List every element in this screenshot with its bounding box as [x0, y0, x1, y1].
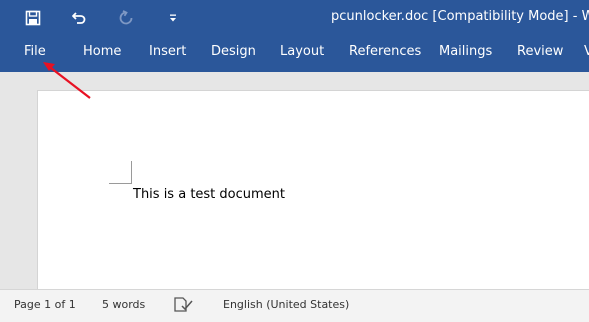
- save-icon: [25, 10, 41, 26]
- document-canvas[interactable]: This is a test document: [0, 72, 589, 301]
- redo-button[interactable]: [112, 4, 140, 32]
- page-count-status[interactable]: Page 1 of 1: [14, 298, 76, 311]
- tab-view[interactable]: V: [584, 44, 589, 59]
- tab-design[interactable]: Design: [211, 44, 256, 59]
- tab-insert[interactable]: Insert: [149, 44, 186, 59]
- tab-mailings[interactable]: Mailings: [439, 44, 492, 59]
- ribbon-tabs: File Home Insert Design Layout Reference…: [0, 36, 589, 72]
- tab-layout[interactable]: Layout: [280, 44, 324, 59]
- redo-icon: [119, 10, 133, 25]
- document-text[interactable]: This is a test document: [133, 187, 285, 202]
- margin-corner-mark: [109, 161, 132, 184]
- window-title: pcunlocker.doc [Compatibility Mode] - Wo…: [331, 9, 589, 24]
- customize-qat-button[interactable]: [159, 4, 187, 32]
- customize-qat-icon: [170, 14, 176, 22]
- tab-review[interactable]: Review: [517, 44, 563, 59]
- tab-file[interactable]: File: [24, 44, 46, 59]
- tab-references[interactable]: References: [349, 44, 421, 59]
- document-page[interactable]: This is a test document: [38, 91, 589, 301]
- save-button[interactable]: [19, 4, 47, 32]
- undo-button[interactable]: [65, 4, 93, 32]
- status-bar: Page 1 of 1 5 words English (United Stat…: [0, 289, 589, 322]
- word-count-status[interactable]: 5 words: [102, 298, 145, 311]
- title-bar: pcunlocker.doc [Compatibility Mode] - Wo…: [0, 0, 589, 36]
- proofing-check-icon[interactable]: [173, 296, 195, 314]
- undo-icon: [72, 12, 86, 24]
- tab-home[interactable]: Home: [83, 44, 121, 59]
- language-status[interactable]: English (United States): [223, 298, 349, 311]
